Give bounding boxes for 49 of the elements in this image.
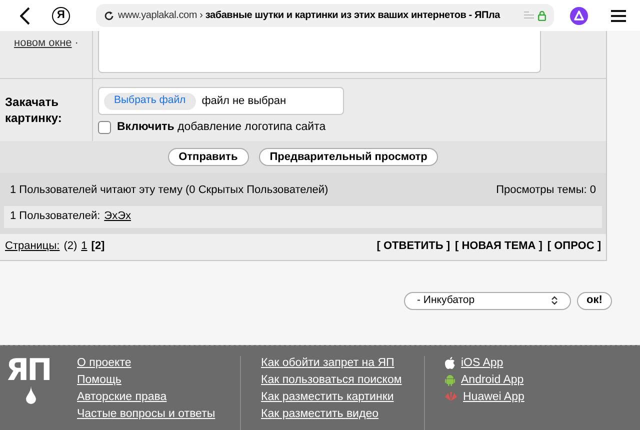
current-page: [2] xyxy=(91,239,105,254)
footer-link[interactable]: Как разместить видео xyxy=(261,406,378,420)
pages-link[interactable]: Страницы: xyxy=(5,238,60,255)
footer-link[interactable]: Авторские права xyxy=(77,390,167,404)
android-icon xyxy=(445,374,455,386)
footer-link[interactable]: iOS App xyxy=(461,356,504,370)
assistant-icon[interactable] xyxy=(570,6,588,24)
page-count: (2) xyxy=(64,239,78,254)
page-link[interactable]: 1 xyxy=(81,238,88,255)
apple-icon xyxy=(445,356,455,368)
address-bar[interactable]: www.yaplakal.com › забавные шутки и картинки из этих ваших интернетов - ЯПла xyxy=(96,4,554,27)
updown-icon xyxy=(551,296,558,305)
topic-views: Просмотры темы: 0 xyxy=(496,183,596,198)
site-logo: ЯП xyxy=(6,356,52,386)
drop-icon xyxy=(26,386,36,404)
logo-checkbox[interactable] xyxy=(98,121,111,134)
menu-icon[interactable] xyxy=(611,10,626,22)
footer-link[interactable]: Частые вопросы и ответы xyxy=(77,406,216,420)
forum-select-value: - Инкубатор xyxy=(417,292,475,308)
bullet-text: · xyxy=(74,37,78,49)
choose-file-button[interactable]: Выбрать файл xyxy=(104,92,196,110)
file-status-text: файл не выбран xyxy=(202,94,286,109)
footer-link[interactable]: Помощь xyxy=(77,372,122,386)
topic-action-link[interactable]: [ НОВАЯ ТЕМА ] xyxy=(455,238,542,255)
topic-action-link[interactable]: [ ОТВЕТИТЬ ] xyxy=(376,238,450,255)
ok-button[interactable]: ок! xyxy=(577,292,612,310)
yandex-logo[interactable]: Я xyxy=(52,6,70,24)
footer-link[interactable]: Android App xyxy=(461,372,524,386)
flower-icon xyxy=(445,392,457,401)
logo-option-label: Включить добавление логотипа сайта xyxy=(117,120,326,135)
readers-summary: 1 Пользователей читают эту тему (0 Скрытых Пользователей) xyxy=(10,183,328,198)
file-input[interactable]: Выбрать файл файл не выбран xyxy=(98,87,344,115)
footer-link[interactable]: Huawei App xyxy=(463,390,524,404)
reload-icon[interactable] xyxy=(104,10,114,20)
footer-link[interactable]: Как обойти запрет на ЯП xyxy=(261,356,394,370)
new-window-link[interactable]: новом окне xyxy=(14,37,72,49)
upload-label: Закачать картинку: xyxy=(5,94,63,126)
footer-link[interactable]: Как пользоваться поиском xyxy=(261,372,402,386)
submit-button[interactable]: Отправить xyxy=(168,148,249,166)
topic-action-link[interactable]: [ ОПРОС ] xyxy=(547,238,601,255)
users-label: 1 Пользователей: xyxy=(10,209,100,224)
footer-link[interactable]: О проекте xyxy=(77,356,132,370)
forum-select[interactable]: - Инкубатор xyxy=(404,292,571,310)
lock-icon xyxy=(538,10,546,20)
url-text: www.yaplakal.com › забавные шутки и картинки из этих ваших интернетов - ЯПла xyxy=(118,9,502,23)
back-icon[interactable] xyxy=(20,6,30,24)
footer-link[interactable]: Как разместить картинки xyxy=(261,390,394,404)
preview-button[interactable]: Предварительный просмотр xyxy=(258,148,438,166)
user-link[interactable]: ЭхЭх xyxy=(104,208,131,225)
